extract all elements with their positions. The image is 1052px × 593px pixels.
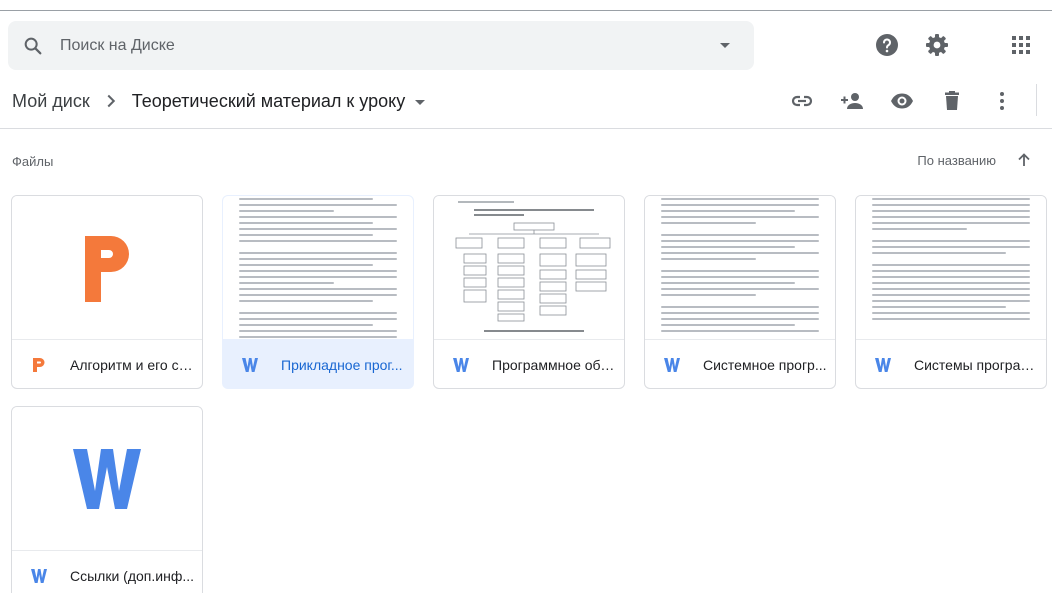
file-card[interactable]: Алгоритм и его св... xyxy=(11,195,203,389)
file-name: Алгоритм и его св... xyxy=(70,357,194,373)
word-document-icon xyxy=(664,358,680,372)
search-icon[interactable] xyxy=(22,35,44,57)
breadcrumb: Мой диск Теоретический материал к уроку xyxy=(12,86,426,116)
search-options-chevron-down-icon[interactable] xyxy=(720,43,730,48)
breadcrumb-current-folder[interactable]: Теоретический материал к уроку xyxy=(132,91,406,112)
link-icon[interactable] xyxy=(790,89,814,113)
add-person-icon[interactable] xyxy=(840,89,864,113)
file-card[interactable]: Прикладное прог... xyxy=(222,195,414,389)
word-document-icon xyxy=(31,569,47,583)
document-diagram-preview xyxy=(455,201,611,332)
file-thumbnail[interactable] xyxy=(12,407,202,551)
search-input[interactable] xyxy=(60,36,700,55)
file-thumbnail[interactable] xyxy=(223,196,413,340)
trash-icon[interactable] xyxy=(940,89,964,113)
file-card[interactable]: Ссылки (доп.инф... xyxy=(11,406,203,593)
file-card[interactable]: Системы програм... xyxy=(855,195,1047,389)
file-name: Прикладное прог... xyxy=(281,357,403,373)
apps-grid-icon[interactable] xyxy=(1009,33,1033,57)
file-name: Программное обе... xyxy=(492,357,616,373)
help-icon[interactable] xyxy=(875,33,899,57)
arrow-up-icon[interactable] xyxy=(1016,152,1032,168)
chevron-right-icon xyxy=(107,94,115,108)
word-document-icon xyxy=(875,358,891,372)
file-caption[interactable]: Системное прогр... xyxy=(645,340,835,388)
preview-eye-icon[interactable] xyxy=(890,89,914,113)
drive-page: Мой диск Теоретический материал к уроку xyxy=(0,0,1052,593)
file-caption[interactable]: Алгоритм и его св... xyxy=(12,340,202,388)
word-document-large-icon xyxy=(73,448,141,509)
file-thumbnail[interactable] xyxy=(856,196,1046,340)
file-thumbnail[interactable] xyxy=(434,196,624,340)
actions-divider xyxy=(1036,84,1037,116)
file-card[interactable]: Системное прогр... xyxy=(644,195,836,389)
folder-menu-chevron-down-icon[interactable] xyxy=(415,99,426,105)
word-document-icon xyxy=(453,358,469,372)
files-section-title: Файлы xyxy=(12,154,54,169)
file-caption[interactable]: Ссылки (доп.инф... xyxy=(12,551,202,593)
file-name: Системы програм... xyxy=(914,357,1038,373)
file-name: Ссылки (доп.инф... xyxy=(70,568,194,584)
more-vert-icon[interactable] xyxy=(990,89,1014,113)
file-name: Системное прогр... xyxy=(703,357,827,373)
file-card[interactable]: Программное обе... xyxy=(433,195,625,389)
word-document-icon xyxy=(242,358,258,372)
sort-control[interactable]: По названию xyxy=(917,152,1032,168)
presentation-file-icon xyxy=(33,358,45,372)
file-caption[interactable]: Системы програм... xyxy=(856,340,1046,388)
file-caption[interactable]: Программное обе... xyxy=(434,340,624,388)
document-preview xyxy=(661,198,819,336)
file-thumbnail[interactable] xyxy=(645,196,835,340)
top-divider xyxy=(0,10,1052,11)
search-bar[interactable] xyxy=(8,21,754,70)
settings-icon[interactable] xyxy=(925,33,949,57)
file-caption[interactable]: Прикладное прог... xyxy=(223,340,413,388)
presentation-icon xyxy=(85,235,129,302)
sort-label[interactable]: По названию xyxy=(917,153,996,168)
file-thumbnail[interactable] xyxy=(12,196,202,340)
breadcrumb-root[interactable]: Мой диск xyxy=(12,91,90,112)
document-preview xyxy=(239,198,397,339)
header-divider xyxy=(0,128,1052,129)
document-preview xyxy=(872,198,1030,324)
